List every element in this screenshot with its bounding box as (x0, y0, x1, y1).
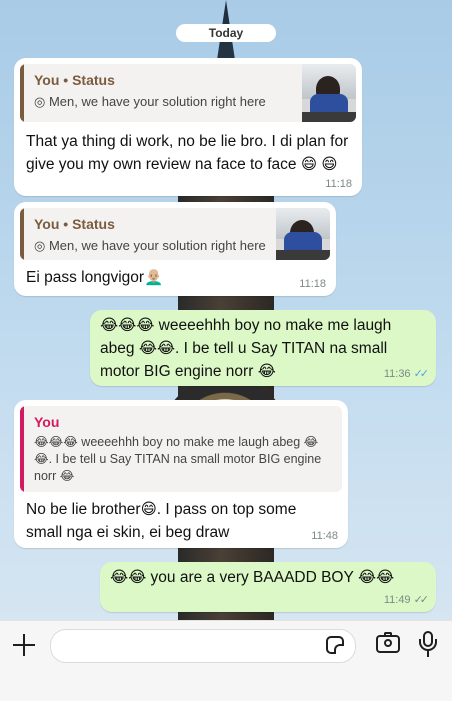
sticker-icon[interactable] (326, 636, 344, 654)
status-quote[interactable]: You • Status ◎ Men, we have your solutio… (20, 208, 330, 260)
read-receipt-icon: ✓✓ (413, 368, 430, 380)
quote-title: You • Status (34, 216, 115, 232)
message-text: 😂😂 you are a very BAAADD BOY 😂😂 (110, 569, 395, 586)
quote-accent-bar (20, 64, 24, 122)
plus-icon[interactable] (12, 633, 36, 657)
message-input-bar (0, 620, 452, 701)
quote-accent-bar (20, 208, 24, 260)
message-text: No be lie brother😄. I pass on top some s… (26, 501, 297, 541)
message-time-text: 11:36 (383, 368, 411, 380)
quote-subtitle-text: Men, we have your solution right here (48, 94, 266, 109)
incoming-message[interactable]: You • Status ◎ Men, we have your solutio… (14, 58, 362, 196)
quote-subtitle: 😂😂😂 weeeehhh boy no make me laugh abeg 😂… (34, 435, 322, 483)
date-separator: Today (176, 24, 276, 42)
quote-subtitle: ◎ Men, we have your solution right here (34, 238, 266, 254)
message-text: Ei pass longvigor👨🏼‍🦲 (26, 269, 164, 286)
message-time: 11:18 (325, 178, 352, 190)
quote-title: You (34, 414, 60, 430)
status-quote[interactable]: You • Status ◎ Men, we have your solutio… (20, 64, 356, 122)
message-text: That ya thing di work, no be lie bro. I … (26, 133, 349, 173)
message-time: 11:18 (299, 278, 326, 290)
microphone-icon[interactable] (418, 631, 438, 659)
reply-quote[interactable]: You 😂😂😂 weeeehhh boy no make me laugh ab… (20, 406, 342, 492)
incoming-message[interactable]: You 😂😂😂 weeeehhh boy no make me laugh ab… (14, 400, 348, 548)
message-text: 😂😂😂 weeeehhh boy no make me laugh abeg 😂… (100, 317, 392, 380)
message-time: 11:48 (311, 530, 338, 542)
status-thumbnail (276, 208, 330, 260)
status-icon: ◎ (34, 238, 46, 253)
quote-subtitle-text: Men, we have your solution right here (48, 238, 266, 253)
status-thumbnail (302, 64, 356, 122)
status-icon: ◎ (34, 94, 46, 109)
quote-accent-bar (20, 406, 24, 492)
quote-subtitle: ◎ Men, we have your solution right here (34, 94, 266, 110)
message-input[interactable] (50, 629, 356, 663)
delivered-receipt-icon: ✓✓ (413, 594, 430, 606)
outgoing-message[interactable]: 😂😂 you are a very BAAADD BOY 😂😂 11:49 ✓✓ (100, 562, 436, 612)
message-time: 11:49 ✓✓ (383, 593, 430, 606)
outgoing-message[interactable]: 😂😂😂 weeeehhh boy no make me laugh abeg 😂… (90, 310, 436, 386)
message-time: 11:36 ✓✓ (383, 367, 430, 380)
quote-title: You • Status (34, 72, 115, 88)
camera-icon[interactable] (376, 632, 400, 653)
incoming-message[interactable]: You • Status ◎ Men, we have your solutio… (14, 202, 336, 296)
message-time-text: 11:49 (383, 594, 411, 606)
